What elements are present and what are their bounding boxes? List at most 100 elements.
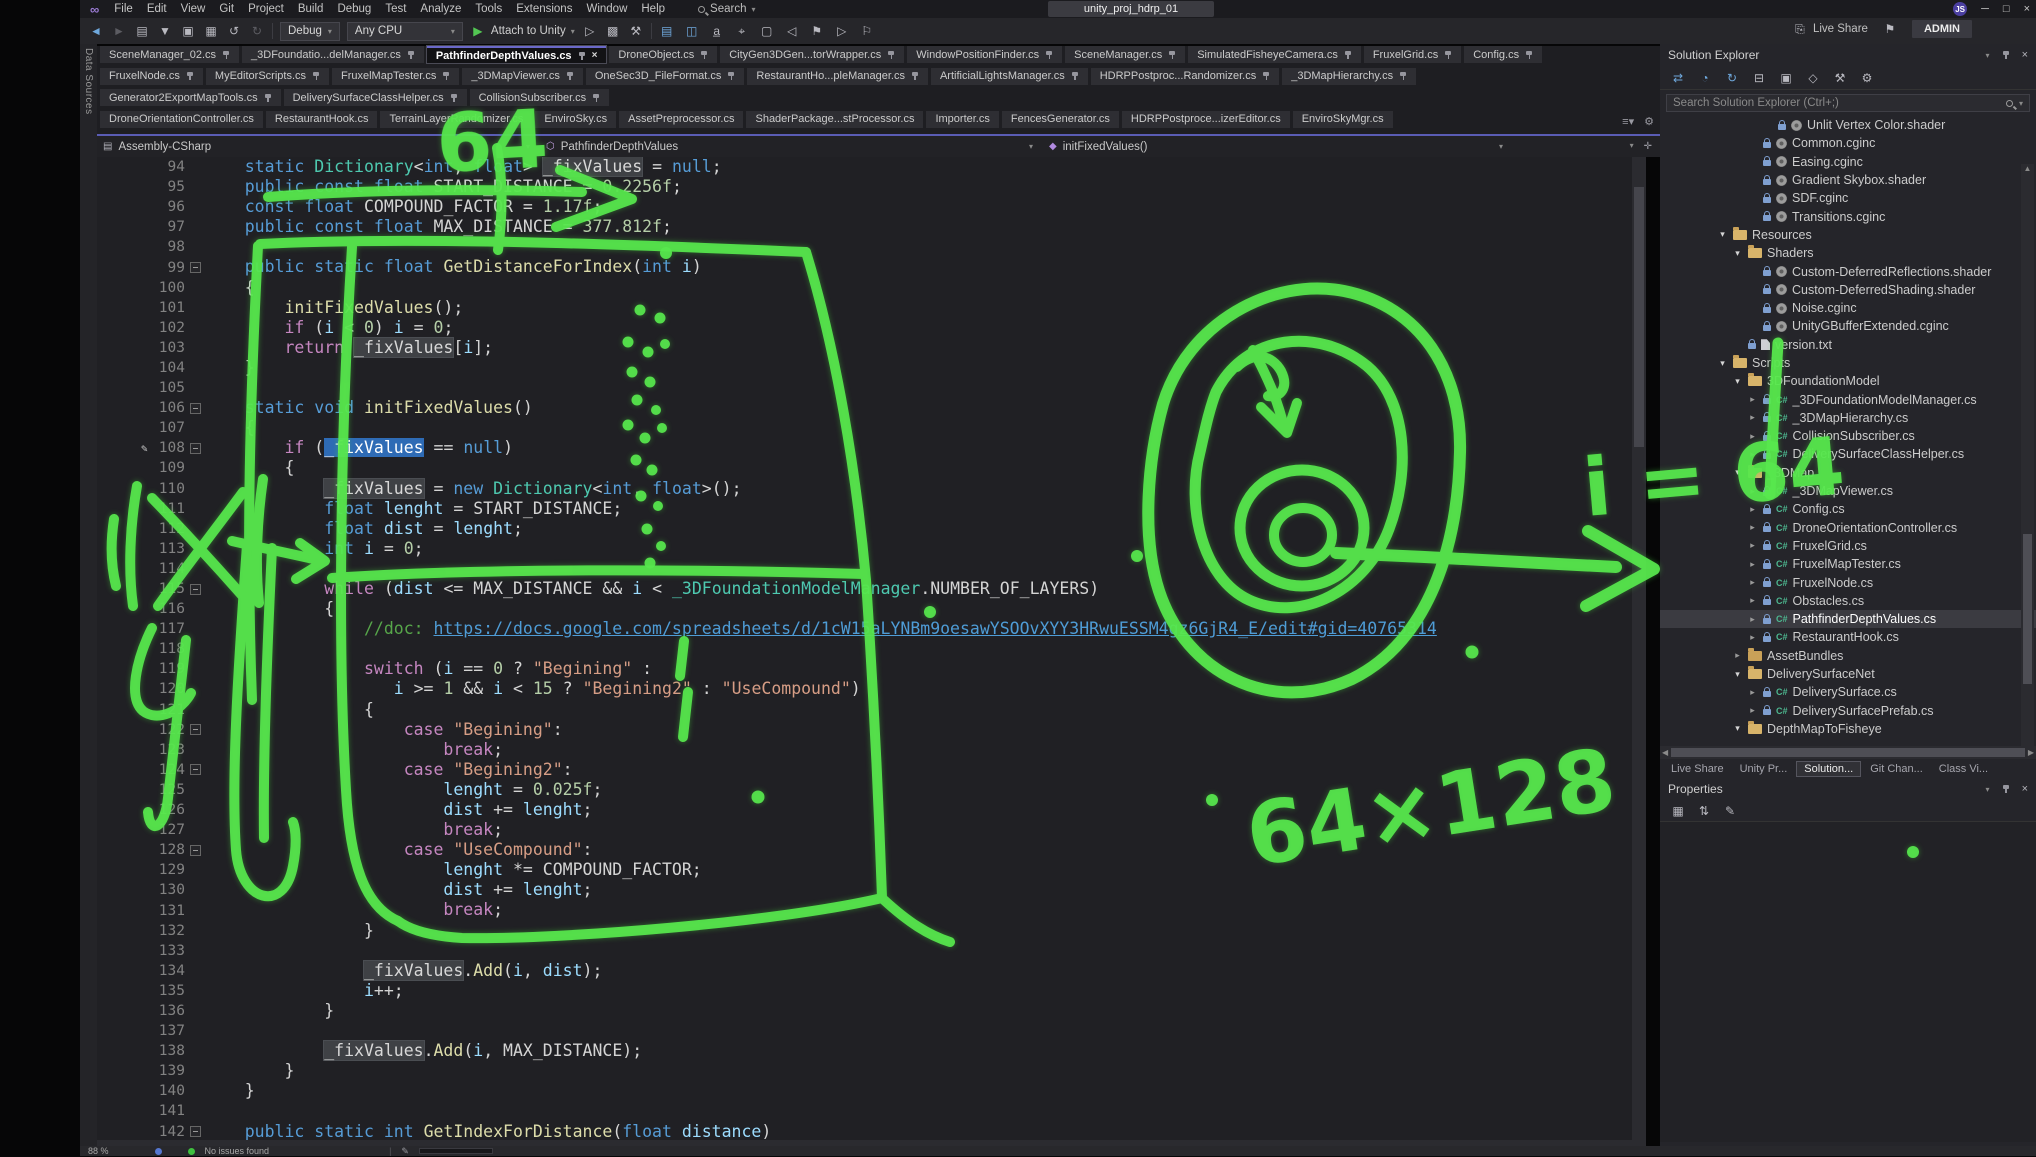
start-outline-icon[interactable]: ▷	[582, 24, 598, 38]
line-gutter[interactable]: 114	[97, 561, 201, 577]
code-line[interactable]: 123 break;	[97, 740, 1646, 760]
scroll-right-icon[interactable]: ▶	[2028, 748, 2034, 757]
pin-icon[interactable]	[442, 71, 450, 81]
pickaxe-icon[interactable]: ⚒	[628, 24, 644, 38]
line-gutter[interactable]: 102	[97, 320, 201, 336]
expander-closed-icon[interactable]: ▸	[1747, 522, 1758, 533]
line-gutter[interactable]: 104	[97, 360, 201, 376]
expander-open-icon[interactable]: ▾	[1717, 358, 1728, 369]
line-gutter[interactable]: 125	[97, 782, 201, 798]
tree-item[interactable]: Custom-DeferredReflections.shader	[1660, 262, 2036, 280]
expander-closed-icon[interactable]: ▸	[1747, 394, 1758, 405]
code-line[interactable]: 141	[97, 1101, 1646, 1121]
bookmark-icon[interactable]: ⚑	[809, 24, 825, 39]
code-line[interactable]: 128 case "UseCompound":	[97, 840, 1646, 860]
options-gear-icon[interactable]: ⚙	[1644, 115, 1654, 128]
menu-analyze[interactable]: Analyze	[413, 0, 468, 18]
live-share-button[interactable]: ⎘ Live Share	[1792, 22, 1868, 37]
tab-deliverysurfaceclasshelper-cs[interactable]: DeliverySurfaceClassHelper.cs	[284, 89, 467, 106]
code-line[interactable]: 132 }	[97, 921, 1646, 941]
forward-icon[interactable]: ►	[111, 24, 127, 38]
tab--3dmapviewer-cs[interactable]: _3DMapViewer.cs	[462, 68, 582, 85]
pin-icon[interactable]	[2002, 50, 2010, 60]
search-control[interactable]: Search ▾	[698, 3, 755, 15]
tab-droneobject-cs[interactable]: DroneObject.cs	[609, 46, 717, 63]
line-gutter[interactable]: 122	[97, 722, 201, 738]
tree-item[interactable]: ▸C#FruxelMapTester.cs	[1660, 555, 2036, 573]
expander-closed-icon[interactable]: ▸	[1732, 650, 1743, 661]
abc-check-icon[interactable]: a̲	[709, 24, 725, 39]
expander-closed-icon[interactable]: ▸	[1747, 486, 1758, 497]
fold-toggle-icon[interactable]	[190, 845, 201, 856]
line-gutter[interactable]: 124	[97, 762, 201, 778]
pin-icon[interactable]	[1344, 50, 1352, 60]
code-line[interactable]: 114	[97, 559, 1646, 579]
code-line[interactable]: 125 lenght = 0.025f;	[97, 780, 1646, 800]
new-file-icon[interactable]: ▤	[134, 24, 150, 38]
code-line[interactable]: 134 _fixValues.Add(i, dist);	[97, 961, 1646, 981]
menu-test[interactable]: Test	[378, 0, 413, 18]
tab-fruxelgrid-cs[interactable]: FruxelGrid.cs	[1364, 46, 1461, 63]
menu-help[interactable]: Help	[634, 0, 672, 18]
line-gutter[interactable]: 129	[97, 862, 201, 878]
code-line[interactable]: 104 }	[97, 358, 1646, 378]
tree-item[interactable]: ▾3DFoundationModel	[1660, 372, 2036, 390]
chevron-down-icon[interactable]: ▾	[1986, 785, 1990, 794]
line-gutter[interactable]: 133	[97, 943, 201, 959]
attach-to-unity-button[interactable]: ▶ Attach to Unity ▾	[470, 24, 575, 38]
code-line[interactable]: 109 {	[97, 458, 1646, 478]
menu-edit[interactable]: Edit	[140, 0, 174, 18]
line-gutter[interactable]: 141	[97, 1103, 201, 1119]
line-gutter[interactable]: 120	[97, 681, 201, 697]
debug-target-combo[interactable]: Debug▾	[280, 22, 340, 41]
tree-item[interactable]: ▸C#PathfinderDepthValues.cs	[1660, 610, 2036, 628]
code-line[interactable]: 124 case "Begining2":	[97, 760, 1646, 780]
code-line[interactable]: 98	[97, 237, 1646, 257]
bookmark-next-icon[interactable]: ▷	[834, 24, 850, 39]
tab-fencesgenerator-cs[interactable]: FencesGenerator.cs	[1002, 111, 1119, 128]
tree-scrollbar[interactable]: ▲▼	[2021, 164, 2034, 786]
code-line[interactable]: 136 }	[97, 1001, 1646, 1021]
tree-item[interactable]: ▾DepthMapToFisheye	[1660, 720, 2036, 738]
line-gutter[interactable]: 137	[97, 1023, 201, 1039]
panel-tab-solution-[interactable]: Solution...	[1796, 761, 1861, 777]
tab-fruxelmaptester-cs[interactable]: FruxelMapTester.cs	[332, 68, 459, 85]
tree-item[interactable]: ▸C#CollisionSubscriber.cs	[1660, 427, 2036, 445]
admin-button[interactable]: ADMIN	[1912, 20, 1972, 38]
window-split-icon[interactable]: ◫	[684, 24, 700, 39]
data-sources-side-tab[interactable]: Data Sources	[80, 44, 97, 1146]
code-line[interactable]: 130 dist += lenght;	[97, 880, 1646, 900]
line-gutter[interactable]: 109	[97, 460, 201, 476]
menu-file[interactable]: File	[107, 0, 140, 18]
pin-icon[interactable]	[592, 93, 600, 103]
tab-hdrppostproce-izereditor-cs[interactable]: HDRPPostproce...izerEditor.cs	[1122, 111, 1290, 128]
scroll-left-icon[interactable]: ◀	[1662, 748, 1668, 757]
package-icon[interactable]: ▩	[605, 24, 621, 38]
bookmark-prev-icon[interactable]: ◁	[784, 24, 800, 39]
code-editor[interactable]: 94 static Dictionary<int, float> _fixVal…	[97, 157, 1646, 1140]
tree-horizontal-scrollbar[interactable]: ◀▶	[1660, 746, 2036, 759]
line-gutter[interactable]: 103	[97, 340, 201, 356]
wrench-icon[interactable]: ⚒	[1832, 71, 1848, 85]
code-line[interactable]: 127 break;	[97, 820, 1646, 840]
pin-icon[interactable]	[911, 71, 919, 81]
fold-toggle-icon[interactable]	[190, 262, 201, 273]
code-line[interactable]: 96 const float COMPOUND_FACTOR = 1.17f;	[97, 197, 1646, 217]
line-gutter[interactable]: 142	[97, 1124, 201, 1140]
pin-icon[interactable]	[1045, 50, 1053, 60]
editor-scrollbar[interactable]	[1632, 157, 1646, 1140]
platform-combo[interactable]: Any CPU▾	[347, 22, 463, 41]
line-gutter[interactable]: 111	[97, 501, 201, 517]
line-gutter[interactable]: 116	[97, 601, 201, 617]
expander-closed-icon[interactable]: ▸	[1747, 412, 1758, 423]
tab-config-cs[interactable]: Config.cs	[1464, 46, 1542, 63]
line-gutter[interactable]: 94	[97, 159, 201, 175]
tree-item[interactable]: ▾Scripts	[1660, 354, 2036, 372]
line-gutter[interactable]: 105	[97, 380, 201, 396]
pin-icon[interactable]	[1262, 71, 1270, 81]
code-line[interactable]: 126 dist += lenght;	[97, 800, 1646, 820]
person-icon[interactable]: ⚑	[1882, 22, 1898, 36]
code-line[interactable]: 118	[97, 639, 1646, 659]
expander-closed-icon[interactable]: ▸	[1747, 705, 1758, 716]
pin-icon[interactable]	[407, 50, 415, 60]
